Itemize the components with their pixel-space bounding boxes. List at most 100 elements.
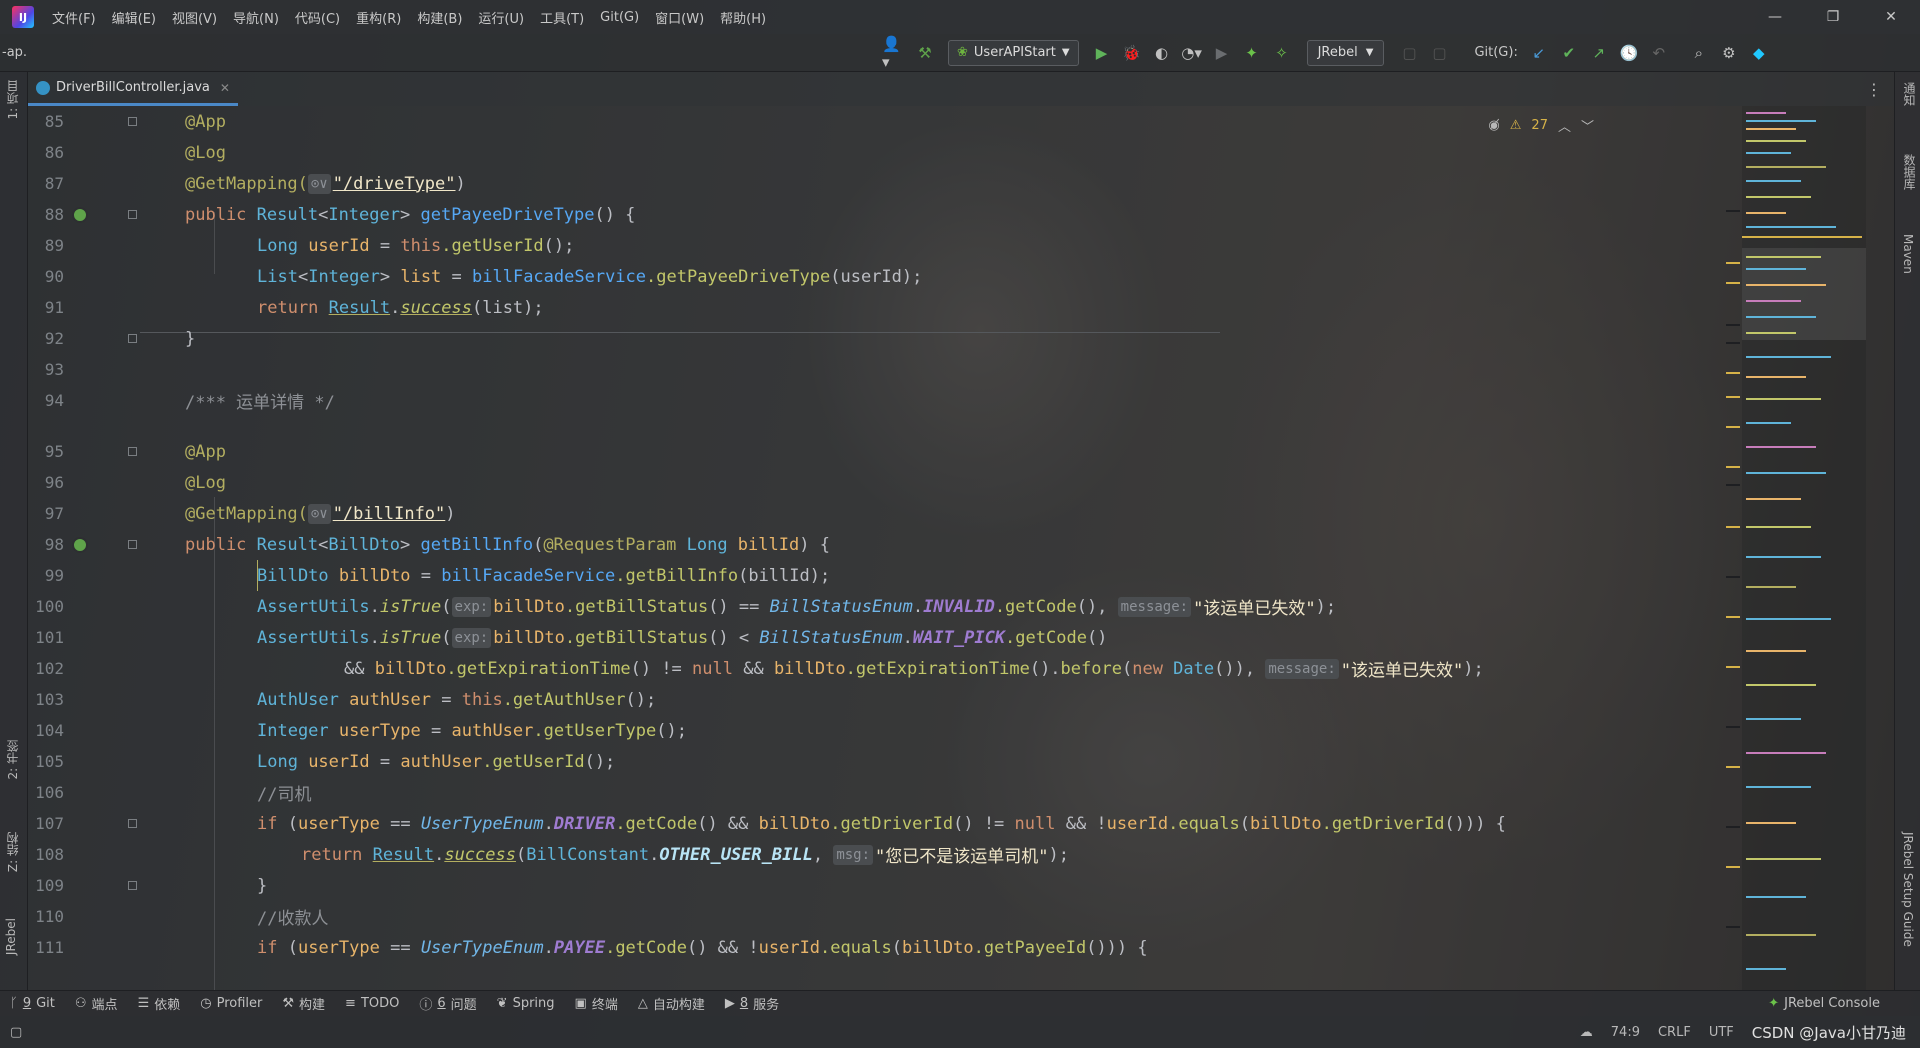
error-stripe[interactable] [1726,106,1740,990]
code-line-97[interactable]: @GetMapping(⊙∨ "/billInfo") [185,498,456,529]
code-minimap[interactable] [1742,106,1866,990]
code-line-103[interactable]: AuthUser authUser = this .getAuthUser (); [257,684,656,715]
code-line-101[interactable]: AssertUtils. isTrue(exp: billDto .getBillSt… [257,622,1107,653]
tab-close-icon[interactable]: ✕ [220,81,230,95]
tool-todo[interactable]: ≡ TODO [335,996,409,1011]
jrebel-run-icon[interactable]: ✦ [1239,40,1265,66]
code-line-107[interactable]: if (userType == UserTypeEnum. DRIVER .getC… [257,808,1506,839]
file-encoding[interactable]: UTF [1709,1025,1734,1040]
menu-window[interactable]: 窗口(W) [647,8,712,27]
side-tab-maven[interactable]: Maven [1901,234,1915,274]
code-line-106[interactable]: //司机 [257,777,311,808]
git-update-icon[interactable]: ↙ [1526,40,1552,66]
code-line-98[interactable]: public Result < BillDto > getBillInfo(@Requ… [185,529,830,560]
restore-icon[interactable]: ❐ [1804,9,1862,25]
menu-code[interactable]: 代码(C) [287,8,348,27]
code-line-85[interactable]: @App [185,106,226,137]
menu-file[interactable]: 文件(F) [44,8,104,27]
cloud-sync-icon[interactable]: ☁ [1580,1025,1593,1040]
menu-navigate[interactable]: 导航(N) [225,8,287,27]
fold-marker-icon[interactable] [128,540,137,549]
code-line-109[interactable]: } [257,870,267,901]
fold-marker-icon[interactable] [128,117,137,126]
code-line-105[interactable]: Long userId = authUser .getUserId (); [257,746,615,777]
fold-marker-icon[interactable] [128,881,137,890]
code-line-102[interactable]: && billDto .getExpirationTime() != null &… [344,653,1484,684]
code-line-110[interactable]: //收款人 [257,901,328,932]
project-breadcrumb[interactable]: -ap. [0,45,880,60]
fold-marker-icon[interactable] [128,334,137,343]
search-icon[interactable]: ⌕ [1686,40,1712,66]
run-method-marker-icon[interactable] [72,207,88,223]
code-line-91[interactable]: return Result. success (list); [257,292,544,323]
minimize-icon[interactable]: — [1746,9,1804,25]
code-line-108[interactable]: return Result. success(BillConstant. OTHER… [301,839,1069,870]
side-tab-notifications[interactable]: 通知 [1901,82,1918,106]
chevron-down-icon[interactable]: ﹀ [1581,116,1594,135]
tool-terminal[interactable]: ▣ 终端 [565,994,628,1013]
side-tab-database[interactable]: 数据库 [1901,154,1918,190]
coverage-icon[interactable]: ◐ [1149,40,1175,66]
more-vertical-icon[interactable]: ⋮ [1866,80,1882,99]
menu-run[interactable]: 运行(U) [470,8,532,27]
user-icon[interactable]: 👤▾ [882,35,908,71]
side-tab-jrebel-setup-guide[interactable]: JRebel Setup Guide [1901,832,1915,947]
code-line-90[interactable]: List < Integer > list = billFacadeService .g… [257,261,922,292]
side-tab-structure[interactable]: Z: 结构 [4,832,21,872]
debug-icon[interactable]: 🐞 [1119,40,1145,66]
close-icon[interactable]: ✕ [1862,9,1920,25]
layout-toggle-icon[interactable]: ▢ [10,1025,22,1040]
code-line-87[interactable]: @GetMapping(⊙∨ "/driveType") [185,168,466,199]
tool-git[interactable]: ᚴ 9 Git [0,996,65,1011]
tool-build[interactable]: ⚒ 构建 [272,994,335,1013]
tool-endpoints[interactable]: ⚇ 端点 [65,994,128,1013]
minimap-viewport[interactable] [1742,248,1866,340]
code-line-92[interactable]: } [185,323,195,354]
chevron-up-icon[interactable]: ︿ [1558,116,1571,135]
code-line-88[interactable]: public Result < Integer > getPayeeDriveType… [185,199,635,230]
git-push-icon[interactable]: ↗ [1586,40,1612,66]
tab-driver-bill-controller[interactable]: DriverBillController.java ✕ [28,72,238,106]
fold-marker-icon[interactable] [128,210,137,219]
menu-build[interactable]: 构建(B) [409,8,470,27]
rollback-icon[interactable]: ↶ [1646,40,1672,66]
code-line-86[interactable]: @Log [185,137,226,168]
profile-icon[interactable]: ◔▾ [1179,40,1205,66]
code-line-95[interactable]: @App [185,436,226,467]
inspection-widget[interactable]: ◉̸ ⚠ 27 ︿ ﹀ [1488,116,1594,135]
run-icon[interactable]: ▶ [1089,40,1115,66]
side-tab-jrebel[interactable]: JRebel [4,918,18,955]
menu-help[interactable]: 帮助(H) [712,8,774,27]
history-icon[interactable]: 🕓 [1616,40,1642,66]
stop-icon[interactable]: ▶ [1209,40,1235,66]
url-hint[interactable]: ⊙∨ [307,503,331,524]
code-line-96[interactable]: @Log [185,467,226,498]
code-line-111[interactable]: if (userType == UserTypeEnum. PAYEE .getCo… [257,932,1148,963]
run-method-marker-icon[interactable] [72,537,88,553]
code-line-100[interactable]: AssertUtils. isTrue(exp: billDto .getBillSt… [257,591,1336,622]
tool-services[interactable]: ▶ 8 服务 [715,994,789,1013]
git-commit-icon[interactable]: ✔ [1556,40,1582,66]
code-editor[interactable]: ◉̸ ⚠ 27 ︿ ﹀ 85 86 87 88 89 90 91 92 93 9… [28,106,1894,990]
intellij-logo-icon[interactable]: IJ [12,6,34,28]
caret-position[interactable]: 74:9 [1611,1025,1640,1040]
tool-auto-build[interactable]: △ 自动构建 [628,994,715,1013]
hammer-build-icon[interactable]: ⚒ [912,40,938,66]
reader-mode-icon[interactable]: ◉̸ [1488,118,1499,133]
code-line-104[interactable]: Integer userType = authUser .getUserType(… [257,715,687,746]
code-line-89[interactable]: Long userId = this .getUserId (); [257,230,574,261]
jetbrains-toolbox-icon[interactable]: ◆ [1746,40,1772,66]
run-config-select[interactable]: ❀ UserAPIStart ▼ [948,39,1079,66]
jrebel-debug-icon[interactable]: ✧ [1269,40,1295,66]
tool-profiler[interactable]: ◷ Profiler [190,996,272,1011]
menu-tools[interactable]: 工具(T) [532,8,592,27]
url-hint[interactable]: ⊙∨ [307,173,331,194]
fold-marker-icon[interactable] [128,447,137,456]
tool-dependencies[interactable]: ☰ 依赖 [128,994,191,1013]
tool-problems[interactable]: ⓘ 6 问题 [409,994,486,1013]
gear-icon[interactable]: ⚙ [1716,40,1742,66]
code-line-94[interactable]: /*** 运单详情 */ [185,385,335,416]
menu-view[interactable]: 视图(V) [164,8,225,27]
code-line-99[interactable]: BillDto billDto = billFacadeService .getB… [257,560,830,591]
tool-spring[interactable]: ❦ Spring [487,996,565,1011]
